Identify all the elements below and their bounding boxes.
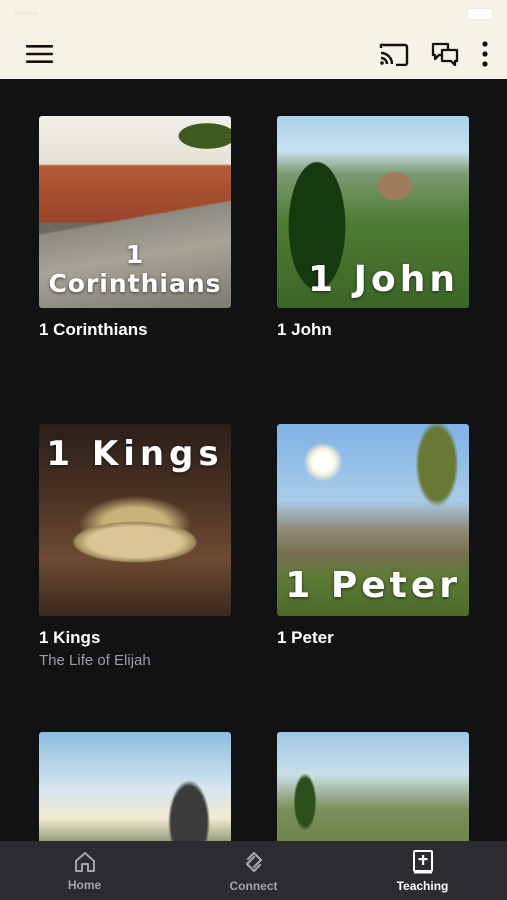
series-thumbnail: 1 Kings [39, 424, 231, 616]
more-vertical-icon[interactable] [481, 40, 489, 67]
nav-connect-label: Connect [229, 878, 278, 893]
connect-icon [245, 851, 262, 872]
series-card-6[interactable] [277, 732, 469, 841]
nav-teaching-label: Teaching [396, 878, 449, 893]
thumbnail-title: 1 Kings [46, 434, 224, 474]
home-icon [74, 851, 95, 872]
series-card-1-kings[interactable]: 1 Kings 1 Kings The Life of Elijah [39, 424, 231, 669]
status-bar: •••••• [0, 0, 507, 28]
nav-home-label: Home [67, 877, 102, 892]
thumbnail-title: 1 Peter [285, 565, 461, 606]
status-carrier: •••••• [14, 8, 38, 20]
series-grid: 1 Corinthians 1 Corinthians 1 John 1 Joh… [0, 79, 507, 841]
series-card-1-corinthians[interactable]: 1 Corinthians 1 Corinthians [39, 116, 231, 340]
series-card-1-john[interactable]: 1 John 1 John [277, 116, 469, 340]
top-app-bar [0, 28, 507, 79]
thumbnail-title: 1 John [308, 259, 459, 300]
series-thumbnail [39, 732, 231, 841]
series-card-1-peter[interactable]: 1 Peter 1 Peter [277, 424, 469, 648]
series-thumbnail [277, 732, 469, 841]
cast-icon[interactable] [379, 42, 409, 66]
chat-icon[interactable] [431, 42, 459, 66]
series-card-5[interactable] [39, 732, 231, 841]
bible-icon [412, 849, 433, 873]
card-subtitle: The Life of Elijah [39, 652, 151, 669]
card-title: 1 Corinthians [39, 320, 148, 339]
series-thumbnail: 1 Peter [277, 424, 469, 616]
series-thumbnail: 1 Corinthians [39, 116, 231, 308]
card-title: 1 Kings [39, 628, 101, 647]
app-bar-actions [379, 40, 489, 67]
series-thumbnail: 1 John [277, 116, 469, 308]
card-title: 1 John [277, 320, 332, 339]
thumbnail-title: 1 Corinthians [48, 240, 222, 298]
nav-connect[interactable]: Connect [194, 849, 314, 893]
battery-icon [467, 8, 493, 20]
nav-teaching[interactable]: Teaching [363, 849, 483, 893]
card-title: 1 Peter [277, 628, 334, 647]
nav-home[interactable]: Home [25, 850, 145, 892]
menu-icon[interactable] [26, 44, 54, 64]
bottom-navigation: Home Connect Teaching [0, 841, 507, 900]
